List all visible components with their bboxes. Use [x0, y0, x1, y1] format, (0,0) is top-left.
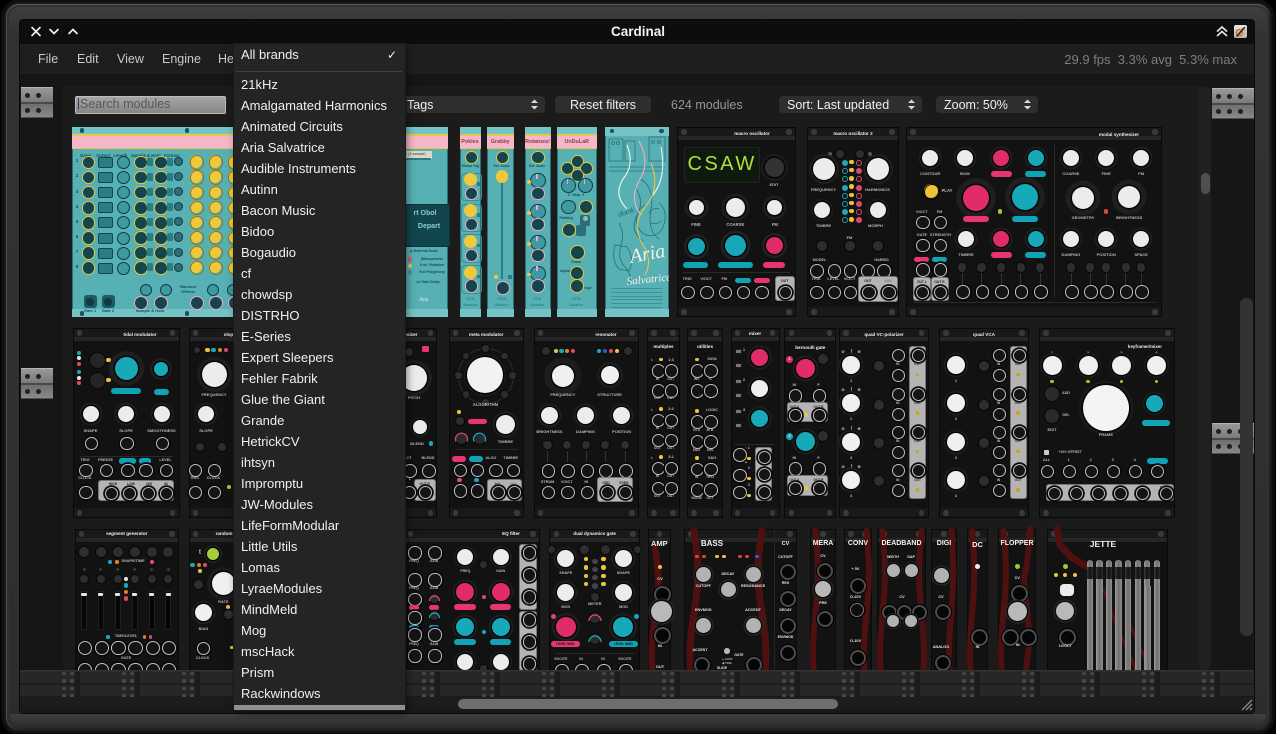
svg-text:doink: doink — [617, 207, 636, 219]
svg-text:Aria: Aria — [626, 240, 667, 268]
svg-text:Salvatrice: Salvatrice — [626, 271, 669, 288]
